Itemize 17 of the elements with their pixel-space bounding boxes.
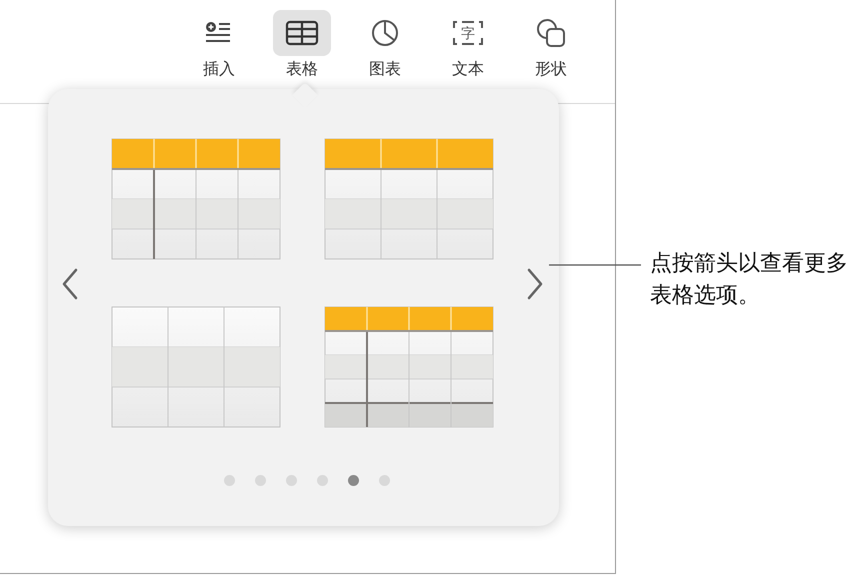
- toolbar-label: 图表: [369, 59, 401, 79]
- toolbar-button[interactable]: [273, 10, 331, 56]
- table-icon: [285, 20, 319, 46]
- chevron-right-icon[interactable]: [527, 268, 543, 300]
- pie-chart-icon: [370, 18, 400, 48]
- table-style-thumbnail[interactable]: [324, 306, 494, 428]
- table-style-thumbnail[interactable]: [324, 138, 494, 260]
- table-style-thumbnail[interactable]: [111, 306, 281, 428]
- shapes-icon: [535, 17, 567, 49]
- toolbar-label: 形状: [535, 59, 567, 79]
- table-style-thumbnail[interactable]: [111, 138, 281, 260]
- toolbar-label: 插入: [203, 59, 235, 79]
- toolbar-label: 表格: [286, 59, 318, 79]
- chevron-left-icon[interactable]: [62, 268, 78, 300]
- toolbar-button[interactable]: 字: [439, 10, 497, 56]
- callout-text: 点按箭头以查看更多表格选项。: [650, 250, 849, 310]
- toolbar-label: 文本: [452, 59, 484, 79]
